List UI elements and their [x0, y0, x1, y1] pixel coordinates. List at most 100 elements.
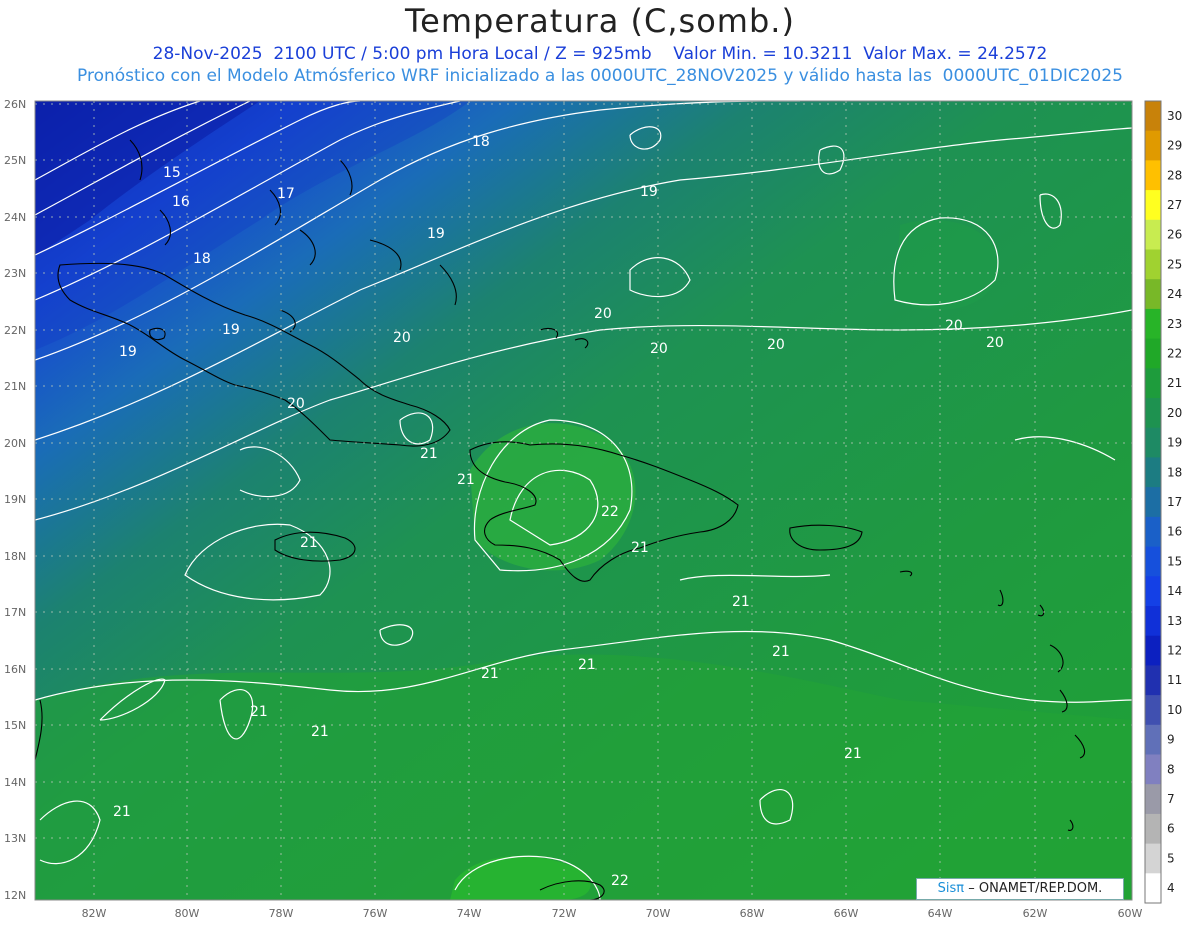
colorbar-label: 19 — [1167, 436, 1182, 450]
lat-tick-label: 25N — [4, 154, 26, 167]
lon-tick-label: 68W — [740, 907, 765, 920]
lat-tick-label: 22N — [4, 324, 26, 337]
colorbar: 30 29 28 27 26 25 24 23 22 21 20 19 18 17 16 15 14 13 12 11… — [1144, 100, 1182, 904]
colorbar-swatch — [1145, 487, 1161, 518]
contour-label: 19 — [640, 184, 658, 200]
contour-label: 21 — [578, 657, 596, 673]
contour-label: 17 — [277, 186, 295, 202]
lat-tick-label: 16N — [4, 663, 26, 676]
colorbar-label: 18 — [1167, 465, 1182, 479]
colorbar-swatch — [1145, 101, 1161, 132]
contour-label: 21 — [732, 594, 750, 610]
colorbar-swatch — [1145, 695, 1161, 726]
colorbar-swatch — [1145, 576, 1161, 607]
lat-tick-label: 17N — [4, 606, 26, 619]
credit-brand: Sisπ — [937, 881, 965, 896]
colorbar-label: 4 — [1167, 881, 1175, 895]
map-plot-area: 15 16 17 18 18 19 19 19 19 20 20 20 20 2… — [35, 101, 1132, 900]
colorbar-swatch — [1145, 516, 1161, 548]
colorbar-swatch — [1145, 338, 1161, 369]
contour-label: 20 — [594, 306, 612, 322]
lon-tick-label: 66W — [834, 907, 859, 920]
contour-label: 19 — [222, 322, 240, 338]
colorbar-swatch — [1145, 546, 1161, 577]
contour-label: 20 — [986, 335, 1004, 351]
colorbar-swatch — [1145, 724, 1161, 755]
lat-tick-label: 26N — [4, 98, 26, 111]
lon-tick-label: 70W — [646, 907, 671, 920]
colorbar-swatch — [1145, 190, 1161, 221]
warm-region-hispaniola — [470, 423, 636, 571]
colorbar-swatch — [1145, 457, 1161, 488]
colorbar-label: 16 — [1167, 525, 1182, 539]
colorbar-swatch — [1145, 873, 1161, 904]
colorbar-label: 8 — [1167, 762, 1175, 776]
colorbar-swatch — [1145, 843, 1161, 874]
colorbar-swatch — [1145, 308, 1161, 340]
colorbar-label: 25 — [1167, 257, 1182, 271]
colorbar-label: 10 — [1167, 703, 1182, 717]
colorbar-label: 15 — [1167, 554, 1182, 568]
lat-tick-label: 14N — [4, 776, 26, 789]
lat-tick-label: 13N — [4, 832, 26, 845]
colorbar-swatch — [1145, 635, 1161, 666]
lon-tick-label: 72W — [552, 907, 577, 920]
contour-label: 21 — [311, 724, 329, 740]
lat-tick-label: 24N — [4, 211, 26, 224]
lon-tick-label: 62W — [1023, 907, 1048, 920]
colorbar-label: 13 — [1167, 614, 1182, 628]
colorbar-label: 26 — [1167, 228, 1182, 242]
lat-tick-label: 19N — [4, 493, 26, 506]
colorbar-swatch — [1145, 754, 1161, 785]
colorbar-label: 27 — [1167, 198, 1182, 212]
contour-label: 18 — [193, 251, 211, 267]
contour-label: 19 — [119, 344, 137, 360]
lat-tick-label: 15N — [4, 719, 26, 732]
colorbar-label: 20 — [1167, 406, 1182, 420]
colorbar-swatch — [1145, 398, 1161, 429]
colorbar-label: 24 — [1167, 287, 1182, 301]
colorbar-label: 7 — [1167, 792, 1175, 806]
colorbar-label: 29 — [1167, 139, 1182, 153]
lat-tick-label: 23N — [4, 267, 26, 280]
contour-label: 22 — [601, 504, 619, 520]
colorbar-swatch — [1145, 427, 1161, 458]
colorbar-label: 28 — [1167, 168, 1182, 182]
colorbar-label: 30 — [1167, 109, 1182, 123]
contour-label: 20 — [650, 341, 668, 357]
colorbar-label: 21 — [1167, 376, 1182, 390]
colorbar-swatch — [1145, 249, 1161, 280]
lat-tick-label: 20N — [4, 437, 26, 450]
colorbar-swatch — [1145, 813, 1161, 845]
contour-label: 20 — [287, 396, 305, 412]
lat-tick-label: 12N — [4, 889, 26, 902]
colorbar-swatch — [1145, 160, 1161, 191]
colorbar-swatch — [1145, 606, 1161, 637]
colorbar-label: 6 — [1167, 822, 1175, 836]
credit-text: – ONAMET/REP.DOM. — [968, 881, 1103, 896]
contour-label: 20 — [767, 337, 785, 353]
contour-label: 19 — [427, 226, 445, 242]
colorbar-swatch — [1145, 130, 1161, 161]
credit-box: Sisπ – ONAMET/REP.DOM. — [916, 878, 1124, 900]
contour-label: 22 — [611, 873, 629, 889]
lat-tick-label: 21N — [4, 380, 26, 393]
lon-tick-label: 80W — [175, 907, 200, 920]
map-figure: 15 16 17 18 18 19 19 19 19 20 20 20 20 2… — [4, 98, 1182, 920]
lon-tick-label: 60W — [1118, 907, 1143, 920]
contour-label: 21 — [772, 644, 790, 660]
contour-label: 21 — [481, 666, 499, 682]
contour-label: 21 — [844, 746, 862, 762]
contour-label: 21 — [300, 535, 318, 551]
colorbar-label: 22 — [1167, 347, 1182, 361]
colorbar-swatch — [1145, 368, 1161, 399]
longitude-axis: 82W 80W 78W 76W 74W 72W 70W 68W 66W 64W … — [82, 907, 1143, 920]
lon-tick-label: 76W — [363, 907, 388, 920]
contour-label: 20 — [393, 330, 411, 346]
colorbar-label: 9 — [1167, 733, 1175, 747]
colorbar-label: 5 — [1167, 851, 1175, 865]
contour-label: 15 — [163, 165, 181, 181]
lon-tick-label: 64W — [928, 907, 953, 920]
colorbar-label: 17 — [1167, 495, 1182, 509]
contour-label: 21 — [250, 704, 268, 720]
